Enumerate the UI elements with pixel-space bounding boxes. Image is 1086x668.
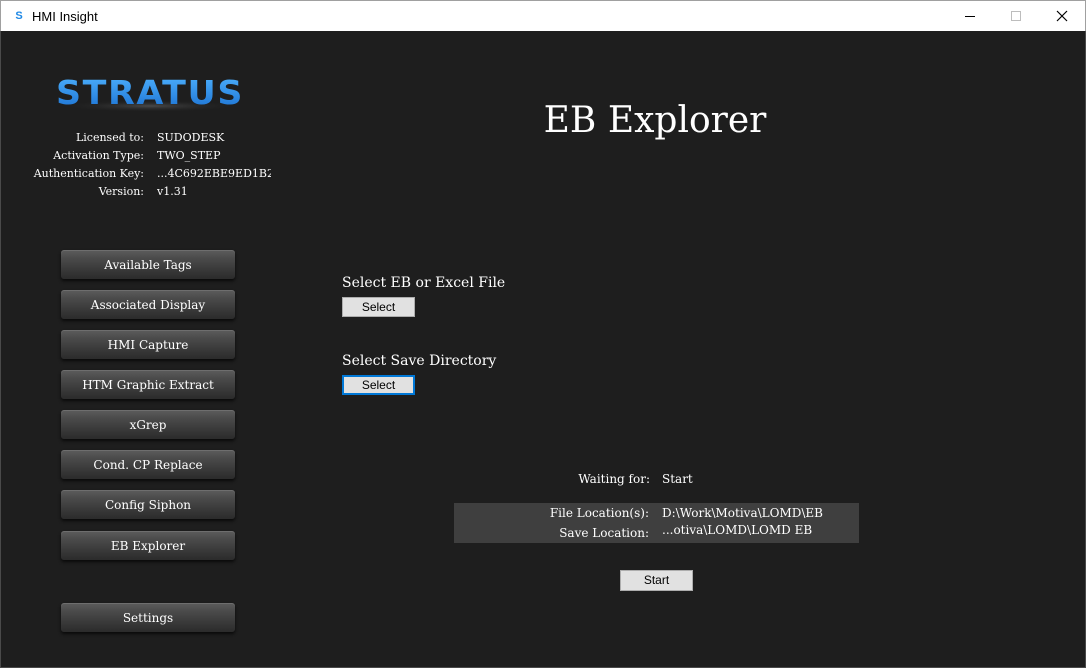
select-file-label: Select EB or Excel File (342, 275, 506, 291)
minimize-icon (965, 16, 975, 17)
page-title: EB Explorer (543, 100, 767, 141)
save-location-label: Save Location: (559, 526, 649, 540)
license-value: TWO_STEP (157, 149, 221, 162)
maximize-icon (1011, 11, 1021, 21)
select-directory-label: Select Save Directory (342, 353, 497, 369)
license-value: SUDODESK (157, 131, 225, 144)
title-bar: S HMI Insight (0, 0, 1086, 31)
close-icon (1056, 10, 1068, 22)
nav-xgrep-button[interactable]: xGrep (61, 410, 235, 439)
license-value: ...4C692EBE9ED1B206 (157, 167, 271, 180)
license-label: Activation Type: (53, 149, 144, 162)
license-label: Version: (98, 185, 144, 198)
license-label: Authentication Key: (33, 167, 144, 180)
nav-config-siphon-button[interactable]: Config Siphon (61, 490, 235, 519)
file-location-label: File Location(s): (549, 506, 649, 520)
nav-htm-graphic-extract-button[interactable]: HTM Graphic Extract (61, 370, 235, 399)
maximize-button[interactable] (993, 1, 1039, 31)
save-location-value: ...otiva\LOMD\LOMD EB (662, 523, 813, 537)
nav-eb-explorer-button[interactable]: EB Explorer (61, 531, 235, 560)
waiting-value: Start (662, 472, 693, 486)
nav-hmi-capture-button[interactable]: HMI Capture (61, 330, 235, 359)
logo-text: STRATUS (56, 73, 244, 112)
minimize-button[interactable] (947, 1, 993, 31)
stratus-logo: STRATUS (56, 73, 244, 112)
select-file-button[interactable]: Select (342, 297, 415, 317)
license-label: Licensed to: (75, 131, 144, 144)
close-button[interactable] (1039, 1, 1085, 31)
window-title: HMI Insight (32, 9, 98, 24)
waiting-label: Waiting for: (578, 472, 650, 486)
license-value: v1.31 (157, 185, 188, 198)
start-button[interactable]: Start (620, 570, 693, 591)
nav-available-tags-button[interactable]: Available Tags (61, 250, 235, 279)
nav-cond-cp-replace-button[interactable]: Cond. CP Replace (61, 450, 235, 479)
nav-associated-display-button[interactable]: Associated Display (61, 290, 235, 319)
file-location-value: D:\Work\Motiva\LOMD\EB (662, 506, 823, 520)
nav-settings-button[interactable]: Settings (61, 603, 235, 632)
select-directory-button[interactable]: Select (342, 375, 415, 395)
app-s-icon: S (15, 10, 23, 22)
location-info-panel: File Location(s): D:\Work\Motiva\LOMD\EB… (454, 503, 859, 543)
